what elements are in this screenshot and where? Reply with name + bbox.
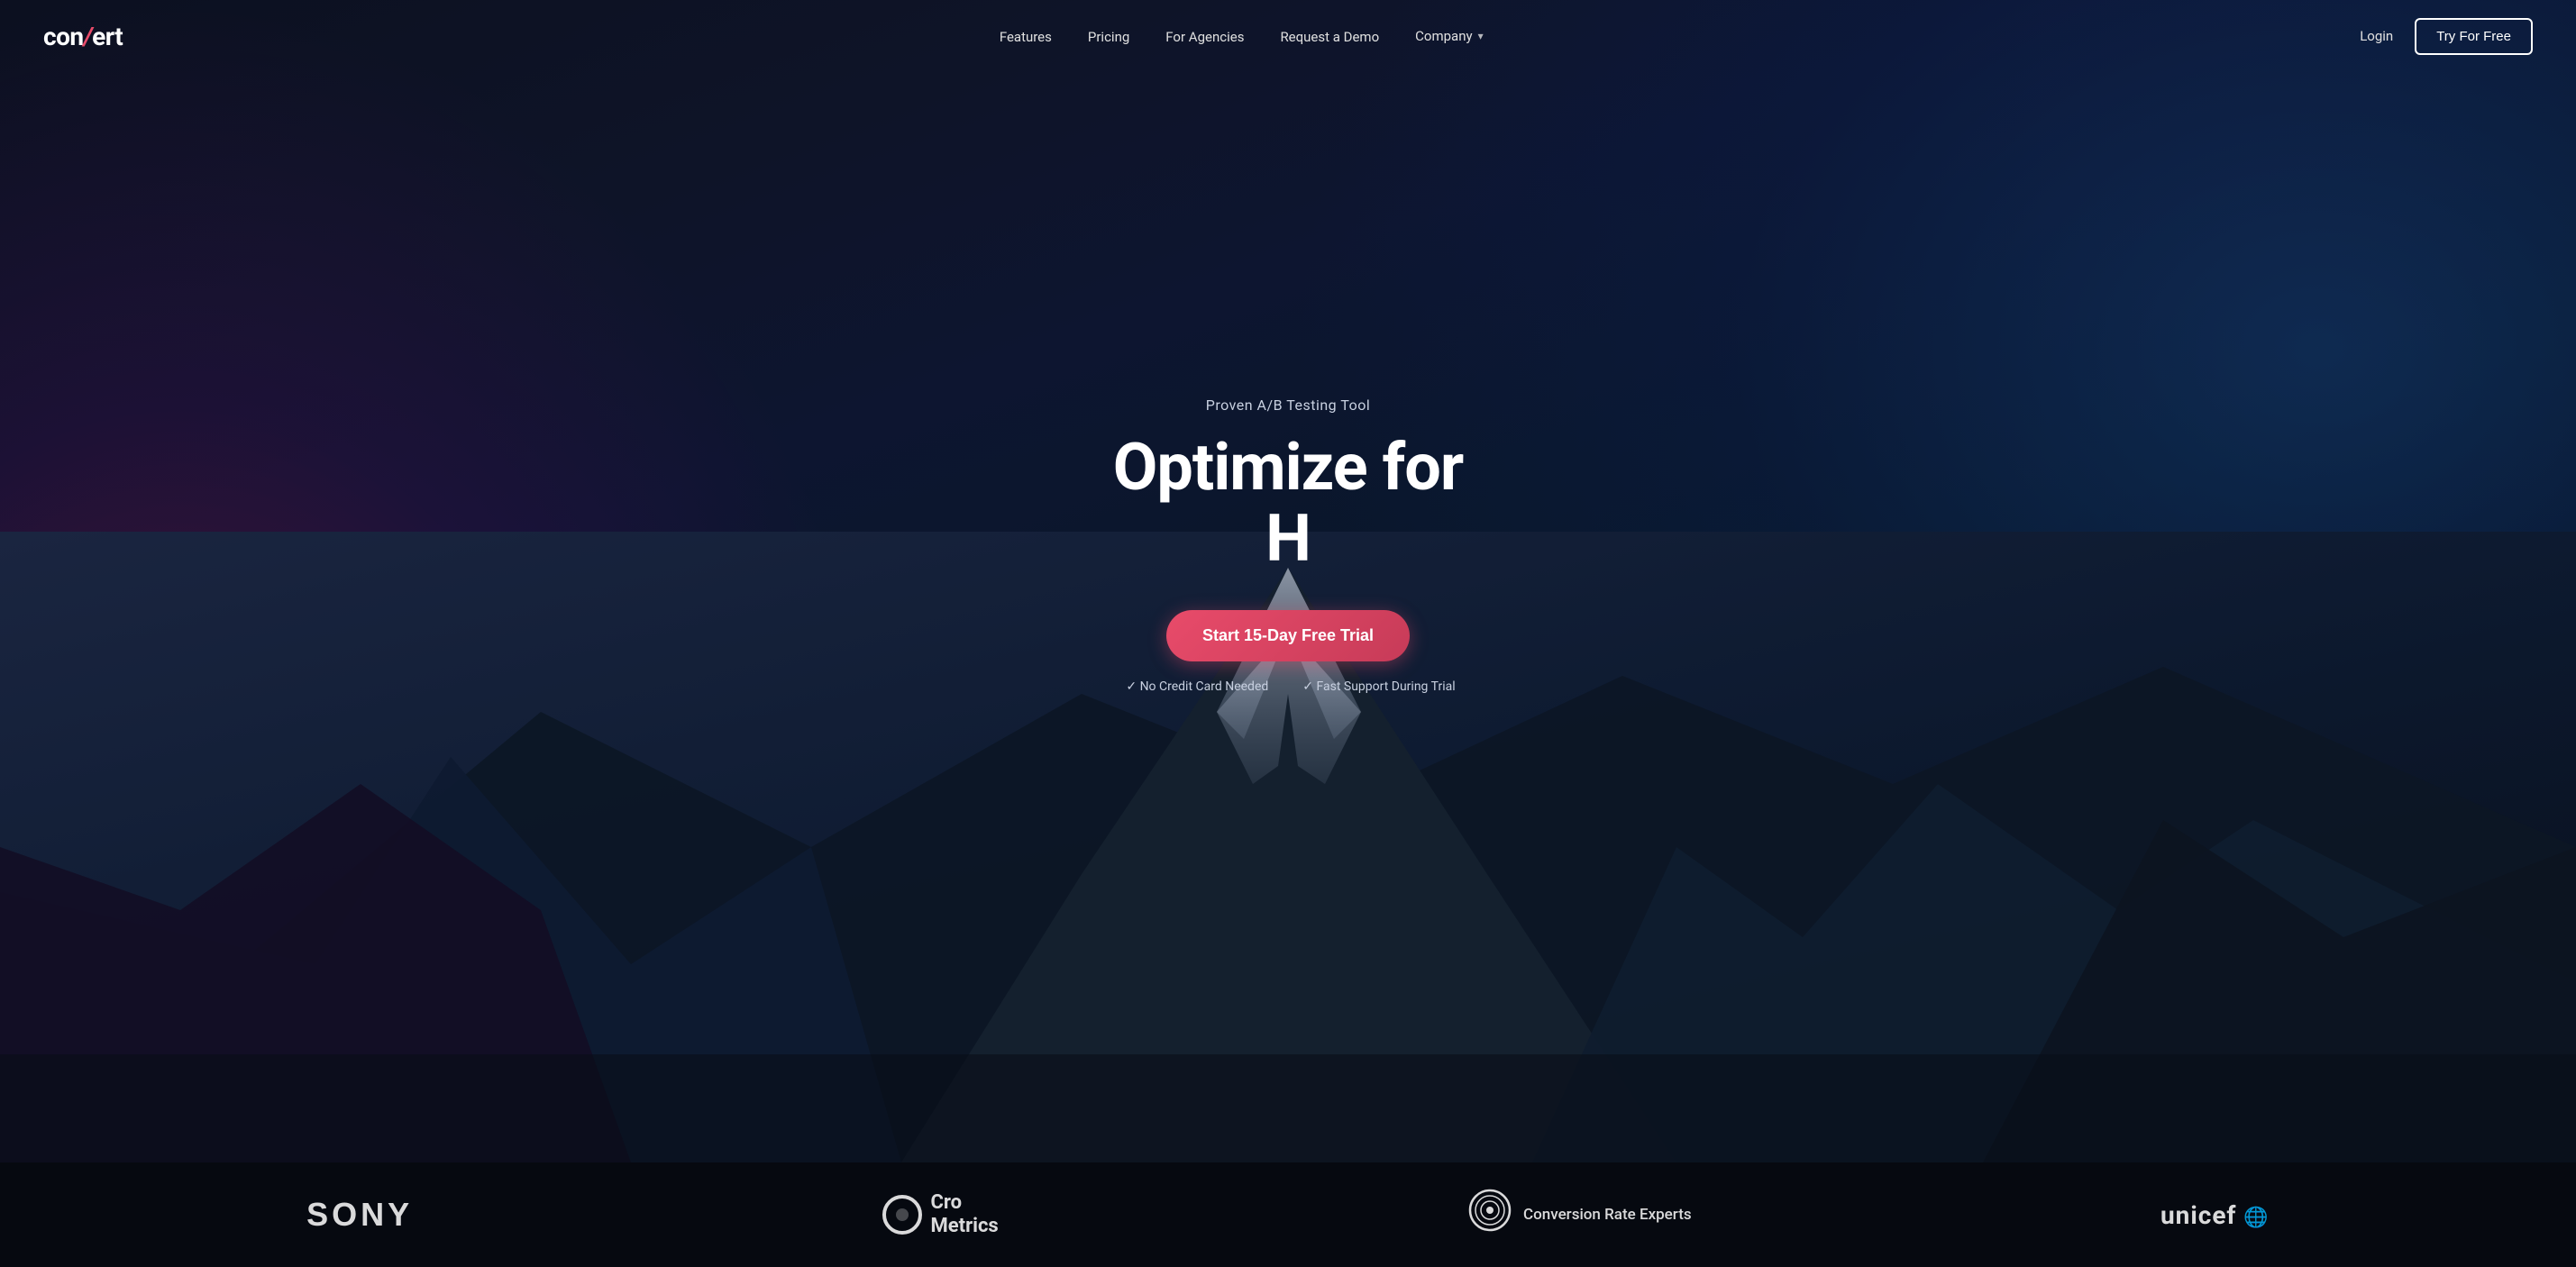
demo-link[interactable]: Request a Demo	[1280, 29, 1379, 45]
cre-icon	[1467, 1188, 1512, 1242]
login-link[interactable]: Login	[2360, 28, 2393, 44]
nav-links: Features Pricing For Agencies Request a …	[1000, 28, 1484, 45]
nav-item-demo[interactable]: Request a Demo	[1280, 28, 1379, 45]
hero-title: Optimize for H	[1113, 432, 1464, 574]
agencies-link[interactable]: For Agencies	[1165, 29, 1244, 45]
hero-title-line1: Optimize for	[1113, 429, 1464, 506]
navbar: con/ert Features Pricing For Agencies Re…	[0, 0, 2576, 72]
nav-item-agencies[interactable]: For Agencies	[1165, 28, 1244, 45]
unicef-logo-text: unicef 🌐	[2160, 1200, 2270, 1230]
try-free-button[interactable]: Try For Free	[2415, 18, 2533, 55]
company-link[interactable]: Company ▾	[1415, 28, 1483, 44]
nav-item-features[interactable]: Features	[1000, 28, 1052, 45]
check-fast-support: ✓ Fast Support During Trial	[1297, 679, 1455, 694]
crometrics-line1: Cro	[931, 1191, 999, 1215]
logos-section: SONY Cro Metrics Conversion Rate Experts…	[0, 1162, 2576, 1267]
nav-item-pricing[interactable]: Pricing	[1088, 28, 1129, 45]
check-no-credit-card: ✓ No Credit Card Needed	[1120, 679, 1268, 694]
crometrics-circle-icon	[882, 1195, 922, 1235]
logo-conversion-rate-experts: Conversion Rate Experts	[1467, 1188, 1692, 1242]
logo-sony: SONY	[306, 1196, 413, 1234]
logo-crometrics: Cro Metrics	[882, 1191, 999, 1239]
logo[interactable]: con/ert	[43, 22, 123, 51]
unicef-globe-icon: 🌐	[2243, 1207, 2269, 1229]
pricing-link[interactable]: Pricing	[1088, 29, 1129, 45]
nav-item-company[interactable]: Company ▾	[1415, 28, 1483, 44]
sony-logo-text: SONY	[306, 1196, 413, 1234]
hero-content: Proven A/B Testing Tool Optimize for H S…	[1113, 397, 1464, 766]
hero-trust-indicators: ✓ No Credit Card Needed ✓ Fast Support D…	[1120, 679, 1455, 694]
logo-text: con/ert	[43, 22, 123, 51]
cre-text: Conversion Rate Experts	[1523, 1205, 1692, 1225]
features-link[interactable]: Features	[1000, 29, 1052, 45]
nav-actions: Login Try For Free	[2360, 18, 2533, 55]
hero-subtitle: Proven A/B Testing Tool	[1206, 397, 1371, 414]
cta-button[interactable]: Start 15-Day Free Trial	[1166, 610, 1410, 661]
crometrics-text: Cro Metrics	[931, 1191, 999, 1239]
chevron-down-icon: ▾	[1478, 30, 1484, 42]
hero-section: Proven A/B Testing Tool Optimize for H S…	[0, 0, 2576, 1162]
logo-unicef: unicef 🌐	[2160, 1200, 2270, 1230]
crometrics-line2: Metrics	[931, 1215, 999, 1238]
hero-title-line2: H	[1113, 503, 1464, 574]
logo-slash: /	[84, 22, 93, 51]
